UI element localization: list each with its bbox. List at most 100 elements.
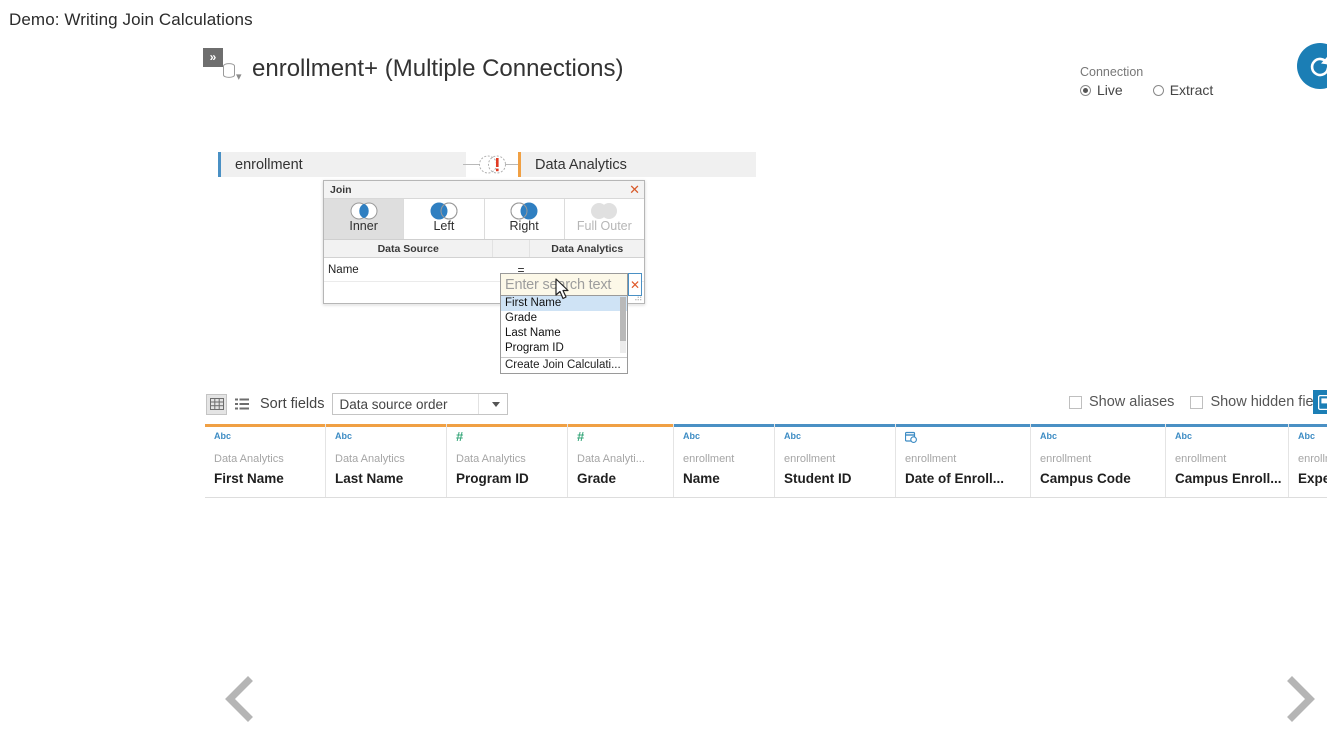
field-name: Name [683, 471, 720, 486]
canvas-table-data-analytics-label: Data Analytics [535, 156, 627, 173]
field-type-icon: Abc [335, 431, 353, 441]
canvas-table-data-analytics[interactable]: Data Analytics [518, 152, 756, 177]
join-right-field-search: Enter search text ✕ First Name Grade Las… [500, 273, 642, 374]
dropdown-item-program-id[interactable]: Program ID [501, 341, 627, 356]
venn-inner-icon [350, 202, 378, 220]
join-link-button[interactable] [463, 152, 521, 177]
close-icon[interactable]: ✕ [629, 183, 640, 196]
previous-slide-button[interactable] [205, 664, 275, 734]
field-grid[interactable]: Abc Data Analytics First Name Abc Data A… [205, 424, 1327, 498]
field-name: Campus Code [1040, 471, 1131, 486]
datasource-title: enrollment+ (Multiple Connections) [252, 55, 624, 82]
mouse-pointer-icon [555, 278, 569, 300]
field-source: enrollment [1298, 453, 1327, 465]
field-column[interactable]: # Data Analyti... Grade [568, 424, 674, 497]
dropdown-item-create-join-calculation[interactable]: Create Join Calculati... [501, 358, 627, 373]
field-column[interactable]: Abc enrollment Campus Enroll... [1166, 424, 1289, 497]
field-name: Student ID [784, 471, 852, 486]
field-dropdown-list: First Name Grade Last Name Program ID [501, 296, 627, 356]
join-column-right-header: Data Analytics [551, 242, 624, 255]
venn-full-outer-icon [591, 203, 618, 219]
field-type-icon: Abc [214, 431, 232, 441]
field-name: Expected Gra... [1298, 471, 1327, 486]
join-dialog-header: Join ✕ [324, 181, 644, 199]
field-column[interactable]: enrollment Date of Enroll... [896, 424, 1031, 497]
field-column[interactable]: # Data Analytics Program ID [447, 424, 568, 497]
join-column-left-header: Data Source [324, 240, 494, 257]
canvas-table-enrollment-label: enrollment [235, 156, 303, 173]
chevron-down-icon [478, 394, 507, 414]
radio-live[interactable] [1080, 84, 1091, 96]
refresh-icon [1310, 57, 1327, 77]
field-type-icon: # [456, 429, 464, 444]
field-type-icon: # [577, 429, 585, 444]
radio-extract[interactable] [1152, 84, 1164, 96]
scrollbar-thumb[interactable] [620, 297, 626, 341]
join-venn-error-icon [463, 155, 521, 174]
field-name: Date of Enroll... [905, 471, 1005, 486]
field-name: Campus Enroll... [1175, 471, 1282, 486]
field-column[interactable]: Abc enrollment Campus Code [1031, 424, 1166, 497]
join-type-inner-label: Inner [349, 219, 378, 233]
field-source: Data Analytics [456, 453, 526, 465]
list-view-icon[interactable] [231, 394, 252, 415]
connection-label: Connection [1080, 65, 1144, 79]
sort-fields-select[interactable]: Data source order [332, 393, 509, 415]
join-type-left-label: Left [433, 219, 455, 233]
field-name: Last Name [335, 471, 404, 486]
field-column[interactable]: Abc Data Analytics Last Name [326, 424, 447, 497]
sort-fields-label: Sort fields [260, 396, 325, 412]
field-column[interactable]: Abc enrollment Name [674, 424, 775, 497]
join-clause-columns: Data Source Data Analytics [324, 240, 644, 258]
canvas-table-enrollment[interactable]: enrollment [218, 152, 466, 177]
dropdown-item-last-name[interactable]: Last Name [501, 326, 627, 341]
grid-view-icon[interactable] [206, 393, 227, 415]
field-source: enrollment [784, 453, 836, 465]
chevron-right-icon [1287, 676, 1315, 722]
venn-left-icon [430, 202, 458, 220]
remove-clause-button[interactable]: ✕ [628, 273, 642, 296]
join-type-right-label: Right [509, 219, 539, 233]
checkbox-show-aliases[interactable] [1069, 395, 1082, 409]
field-dropdown: First Name Grade Last Name Program ID Cr… [500, 296, 628, 374]
join-type-inner[interactable]: Inner [324, 199, 405, 239]
join-type-right[interactable]: Right [485, 199, 565, 239]
checkbox-show-aliases-label: Show aliases [1089, 394, 1175, 410]
copy-button[interactable] [1313, 390, 1327, 414]
database-icon [223, 63, 235, 78]
join-type-left[interactable]: Left [404, 199, 485, 239]
calendar-clock-icon [904, 431, 917, 443]
checkbox-show-hidden-fields[interactable] [1190, 395, 1204, 409]
field-name: Grade [577, 471, 617, 486]
chevron-left-icon [225, 676, 253, 722]
field-type-icon: Abc [784, 431, 802, 441]
field-name: Program ID [456, 471, 529, 486]
field-column[interactable]: Abc enrollment Student ID [775, 424, 896, 497]
vertical-scrollbar[interactable] [620, 297, 626, 353]
field-type-icon: Abc [683, 431, 701, 441]
join-type-full-outer[interactable]: Full Outer [565, 199, 644, 239]
field-grid-checkboxes: Show aliases Show hidden fie [1069, 394, 1327, 410]
copy-icon [1317, 394, 1327, 410]
connection-panel: Connection Live Extract [1080, 64, 1213, 98]
field-type-icon: Abc [1298, 431, 1316, 441]
field-source: enrollment [1175, 453, 1227, 465]
field-type-icon: Abc [1175, 431, 1193, 441]
double-chevron-right-icon[interactable]: » [203, 48, 223, 67]
field-grid-toolbar: Sort fields Data source order [206, 392, 509, 416]
field-type-icon [904, 431, 1030, 444]
field-column[interactable]: Abc Data Analytics First Name [205, 424, 326, 497]
field-source: Data Analytics [214, 453, 284, 465]
datasource-dropdown-caret[interactable]: ▾ [236, 70, 242, 83]
field-source: Data Analytics [335, 453, 405, 465]
field-column[interactable]: Abc enrollment Expected Gra... [1289, 424, 1327, 497]
radio-live-label: Live [1097, 82, 1123, 98]
join-clause-left-field[interactable]: Name [324, 264, 502, 276]
field-name: First Name [214, 471, 284, 486]
sort-fields-value: Data source order [339, 396, 448, 412]
next-slide-button[interactable] [1265, 664, 1327, 734]
refresh-button[interactable] [1297, 43, 1327, 89]
join-column-operator-header [493, 240, 531, 257]
checkbox-show-hidden-fields-label: Show hidden fie [1210, 394, 1314, 410]
dropdown-item-grade[interactable]: Grade [501, 311, 627, 326]
